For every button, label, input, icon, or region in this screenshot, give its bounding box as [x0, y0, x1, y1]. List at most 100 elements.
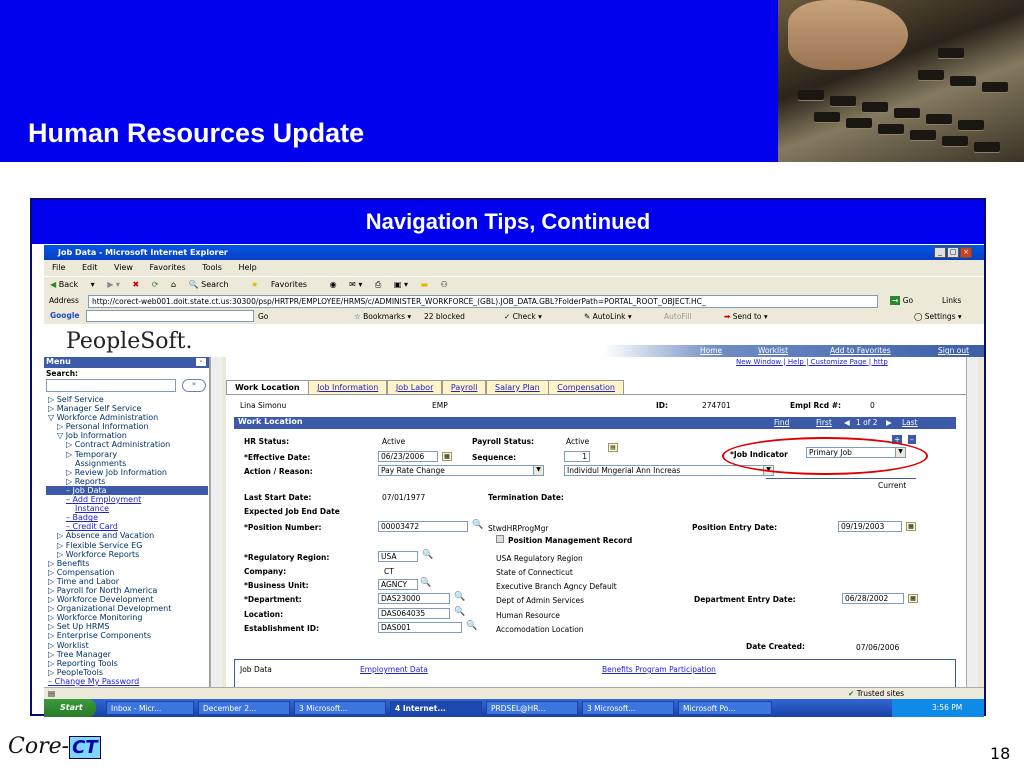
media-icon[interactable]: ◉	[330, 280, 337, 289]
maximize-button[interactable]: □	[947, 247, 959, 258]
position-number-input[interactable]: 00003472	[378, 521, 468, 532]
spellcheck-button[interactable]: ✓ Check ▾	[504, 312, 542, 321]
taskbar-item[interactable]: Microsoft Po...	[678, 701, 772, 715]
menu-item[interactable]: – Change My Password	[46, 677, 208, 686]
lookup-icon[interactable]: 🔍	[466, 621, 477, 631]
department-entry-input[interactable]: 06/28/2002	[842, 593, 904, 604]
lookup-icon[interactable]: 🔍	[454, 592, 465, 602]
menu-item[interactable]: ▷ Personal Information	[46, 422, 208, 431]
start-button[interactable]: Start	[44, 699, 96, 717]
menu-search-input[interactable]	[46, 379, 176, 392]
taskbar-item[interactable]: December 2...	[198, 701, 290, 715]
menu-item[interactable]: ▷ Absence and Vacation	[46, 531, 208, 540]
last-link[interactable]: Last	[902, 418, 918, 427]
links-button[interactable]: Links	[942, 296, 961, 305]
menu-item[interactable]: ▷ Temporary	[46, 450, 208, 459]
benefits-link[interactable]: Benefits Program Participation	[602, 665, 716, 674]
tab-compensation[interactable]: Compensation	[548, 380, 625, 394]
calendar-icon[interactable]: ▦	[442, 452, 452, 461]
menu-item[interactable]: ▷ Set Up HRMS	[46, 622, 208, 631]
mail-icon[interactable]: ✉ ▾	[349, 280, 362, 289]
edit-icon[interactable]: ▣ ▾	[394, 280, 408, 289]
menu-item[interactable]: ▷ Worklist	[46, 641, 208, 650]
menu-item[interactable]: ▷ Workforce Development	[46, 595, 208, 604]
position-mgmt-checkbox[interactable]	[496, 535, 504, 543]
menu-item[interactable]: Assignments	[46, 459, 208, 468]
menu-item[interactable]: ▷ Reports	[46, 477, 208, 486]
collapse-icon[interactable]: –	[196, 358, 206, 366]
forward-button[interactable]: ▶ ▾	[107, 280, 120, 289]
lookup-icon[interactable]: 🔍	[422, 550, 433, 560]
menu-view[interactable]: View	[114, 263, 133, 272]
favorites-button[interactable]: ★ Favorites	[251, 280, 317, 289]
menu-item[interactable]: ▷ Self Service	[46, 395, 208, 404]
menu-item[interactable]: ▷ Enterprise Components	[46, 631, 208, 640]
nav-add-favorites[interactable]: Add to Favorites	[830, 346, 891, 355]
search-button[interactable]: 🔍 Search	[189, 280, 239, 289]
menu-item[interactable]: ▷ Compensation	[46, 568, 208, 577]
lookup-icon[interactable]: 🔍	[472, 520, 483, 530]
messenger-icon[interactable]: ⚇	[441, 280, 448, 289]
menu-scrollbar[interactable]	[210, 357, 222, 689]
menu-item[interactable]: ▷ Benefits	[46, 559, 208, 568]
delete-row-icon[interactable]: –	[908, 435, 916, 444]
menu-item[interactable]: ▷ Flexible Service EG	[46, 541, 208, 550]
menu-item[interactable]: ▷ PeopleTools	[46, 668, 208, 677]
next-arrow-icon[interactable]: ▶	[886, 418, 892, 427]
menu-item[interactable]: – Badge	[46, 513, 208, 522]
popup-blocker-button[interactable]: 22 blocked	[424, 312, 465, 321]
print-icon[interactable]: ⎙	[375, 280, 381, 289]
find-link[interactable]: Find	[774, 418, 789, 427]
minimize-button[interactable]: _	[934, 247, 946, 258]
tab-work-location[interactable]: Work Location	[226, 380, 309, 394]
tab-job-information[interactable]: Job Information	[308, 380, 388, 394]
autolink-button[interactable]: ✎ AutoLink ▾	[584, 312, 632, 321]
menu-item[interactable]: Instance	[46, 504, 208, 513]
menu-search-go-icon[interactable]: »	[182, 379, 206, 392]
action-select[interactable]: Pay Rate Change ▼	[378, 465, 544, 476]
location-input[interactable]: DAS064035	[378, 608, 450, 619]
sequence-input[interactable]: 1	[564, 451, 590, 462]
menu-item[interactable]: ▷ Manager Self Service	[46, 404, 208, 413]
menu-item[interactable]: ▷ Workforce Reports	[46, 550, 208, 559]
menu-item[interactable]: ▽ Job Information	[46, 431, 208, 440]
address-input[interactable]: http://corect-web001.doit.state.ct.us:30…	[88, 295, 878, 308]
menu-item[interactable]: ▷ Organizational Development	[46, 604, 208, 613]
page-sub-links[interactable]: New Window | Help | Customize Page | htt…	[736, 358, 888, 366]
google-go-button[interactable]: Go	[258, 312, 268, 321]
go-button[interactable]: → Go	[890, 296, 913, 305]
close-button[interactable]: ×	[960, 247, 972, 258]
folder-icon[interactable]: ▬	[421, 280, 429, 289]
menu-item[interactable]: ▷ Workforce Monitoring	[46, 613, 208, 622]
back-button[interactable]: ◀ Back ▾	[50, 280, 95, 289]
bookmarks-button[interactable]: ☆ Bookmarks ▾	[354, 312, 411, 321]
regulatory-region-input[interactable]: USA	[378, 551, 418, 562]
refresh-icon[interactable]: ⟳	[152, 280, 159, 289]
lookup-icon[interactable]: 🔍	[420, 578, 431, 588]
menu-item[interactable]: ▷ Time and Labor	[46, 577, 208, 586]
menu-edit[interactable]: Edit	[82, 263, 98, 272]
nav-sign-out[interactable]: Sign out	[938, 346, 969, 355]
tab-job-labor[interactable]: Job Labor	[386, 380, 443, 394]
employment-data-link[interactable]: Employment Data	[360, 665, 428, 674]
autofill-button[interactable]: AutoFill	[664, 312, 691, 321]
menu-item[interactable]: – Add Employment	[46, 495, 208, 504]
google-search-input[interactable]	[86, 310, 254, 322]
first-link[interactable]: First	[816, 418, 832, 427]
taskbar-item-active[interactable]: 4 Internet...	[390, 701, 482, 715]
calendar-icon[interactable]: ▦	[906, 522, 916, 531]
menu-help[interactable]: Help	[238, 263, 256, 272]
effective-date-input[interactable]: 06/23/2006	[378, 451, 438, 462]
nav-home[interactable]: Home	[700, 346, 722, 355]
business-unit-input[interactable]: AGNCY	[378, 579, 418, 590]
menu-item[interactable]: ▽ Workforce Administration	[46, 413, 208, 422]
lookup-icon[interactable]: 🔍	[454, 607, 465, 617]
taskbar-item[interactable]: Inbox - Micr...	[106, 701, 194, 715]
menu-item[interactable]: ▷ Contract Administration	[46, 440, 208, 449]
menu-item[interactable]: ▷ Review Job Information	[46, 468, 208, 477]
tab-payroll[interactable]: Payroll	[441, 380, 487, 394]
tab-salary-plan[interactable]: Salary Plan	[486, 380, 549, 394]
department-input[interactable]: DAS23000	[378, 593, 450, 604]
google-settings-button[interactable]: ◯ Settings ▾	[914, 312, 962, 321]
home-icon[interactable]: ⌂	[171, 280, 176, 289]
